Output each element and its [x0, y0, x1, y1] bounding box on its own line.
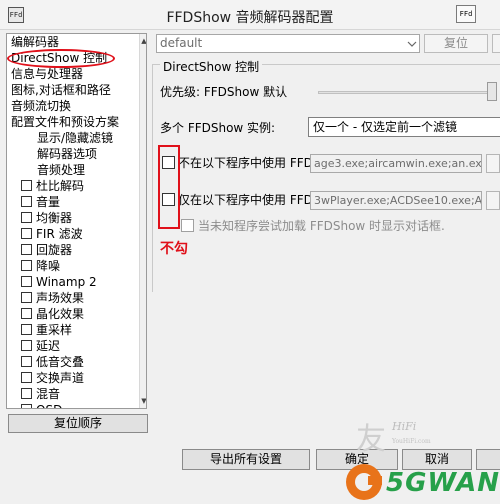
tree-item[interactable]: Winamp 2 [21, 274, 97, 290]
tree-item-label: 图标,对话框和路径 [11, 83, 111, 97]
tree-item-label: 重采样 [36, 323, 73, 337]
tree-item-checkbox[interactable] [21, 340, 32, 351]
tree-item-label: 晶化效果 [36, 307, 85, 321]
tree-item[interactable]: OSD [21, 402, 62, 408]
tree-item-label: 降噪 [36, 259, 61, 273]
reset-button[interactable]: 复位 [424, 34, 488, 53]
tree-item-label: 音频处理 [37, 163, 86, 177]
tree-item-label: 音频流切换 [11, 99, 72, 113]
tree-item-label: 回旋器 [36, 243, 73, 257]
tree-item[interactable]: 低音交叠 [21, 354, 84, 370]
tree-item-label: Winamp 2 [36, 275, 97, 289]
preset-select[interactable]: default [156, 34, 420, 53]
whitelist-label: 仅在以下程序中使用 FFD [178, 193, 313, 207]
watermark-glyph: 友 [356, 422, 386, 457]
tree-item-label: 交换声道 [36, 371, 85, 385]
tree-item-checkbox[interactable] [21, 180, 32, 191]
system-menu-button[interactable]: FFd [456, 5, 476, 23]
blacklist-edit-button[interactable] [486, 154, 500, 173]
watermark-5gwan-text: 5GWAN [386, 468, 500, 498]
unknown-prompt-label: 当未知程序尝试加载 FFDShow 时显示对话框. [198, 219, 445, 233]
whitelist-field[interactable]: 3wPlayer.exe;ACDSee10.exe;ACD [310, 191, 482, 210]
watermark-hifi-text: HiFi [392, 420, 417, 433]
youhifi-watermark: 友 HiFi YouHiFi.com [352, 412, 442, 462]
tree-item[interactable]: 音频处理 [37, 162, 85, 178]
5gwan-logo-icon [346, 464, 382, 500]
blacklist-field[interactable]: age3.exe;aircamwin.exe;an.exe;A [310, 154, 482, 173]
tree-scrollbar[interactable]: ▲ ▼ [139, 34, 146, 408]
tree-item[interactable]: 降噪 [21, 258, 60, 274]
tree-item[interactable]: 显示/隐藏滤镜 [37, 130, 113, 146]
tree-item-label: OSD [36, 403, 62, 408]
tree-item-checkbox[interactable] [21, 388, 32, 399]
tree-item[interactable]: 杜比解码 [21, 178, 84, 194]
tree-item-label: 音量 [36, 195, 61, 209]
tree-item[interactable]: 重采样 [21, 322, 72, 338]
tree-item[interactable]: 延迟 [21, 338, 60, 354]
export-settings-button[interactable]: 导出所有设置 [182, 449, 310, 470]
tree-item-checkbox[interactable] [21, 228, 32, 239]
tree-item[interactable]: 回旋器 [21, 242, 72, 258]
scroll-up-icon[interactable]: ▲ [140, 34, 146, 48]
tree-item-label: 解码器选项 [37, 147, 98, 161]
tree-item[interactable]: 编解码器 [11, 34, 59, 50]
chevron-down-icon [407, 41, 417, 47]
tree-item[interactable]: 晶化效果 [21, 306, 84, 322]
tree-item-label: 编解码器 [11, 35, 60, 49]
window-title: FFDShow 音频解码器配置 [166, 10, 334, 26]
tree-item-label: 延迟 [36, 339, 61, 353]
tree-item[interactable]: 音频流切换 [11, 98, 71, 114]
settings-tree[interactable]: 编解码器 DirectShow 控制 信息与处理器 图标,对话框和路径 音频流切换 配置文… [6, 33, 147, 409]
tree-item-checkbox[interactable] [21, 324, 32, 335]
tree-item[interactable]: FIR 滤波 [21, 226, 83, 242]
tree-item-checkbox[interactable] [21, 404, 32, 408]
instances-select[interactable]: 仅一个 - 仅选定前一个滤镜 [308, 117, 500, 137]
tree-item[interactable]: 均衡器 [21, 210, 72, 226]
group-title: DirectShow 控制 [160, 60, 263, 74]
watermark-hifi-sub: YouHiFi.com [392, 438, 431, 445]
tree-item[interactable]: 配置文件和预设方案 [11, 114, 119, 130]
priority-slider-thumb[interactable] [487, 82, 497, 101]
unknown-prompt-checkbox[interactable] [181, 219, 194, 232]
tree-item-label: 杜比解码 [36, 179, 85, 193]
tree-item[interactable]: 信息与处理器 [11, 66, 83, 82]
tree-item-label: FIR 滤波 [36, 227, 83, 241]
tree-item-checkbox[interactable] [21, 292, 32, 303]
tree-item-checkbox[interactable] [21, 196, 32, 207]
tree-item-label: 信息与处理器 [11, 67, 84, 81]
tree-item[interactable]: 混音 [21, 386, 60, 402]
highlight-ellipse [7, 49, 115, 68]
tree-item[interactable]: 交换声道 [21, 370, 84, 386]
reset-order-button[interactable]: 复位顺序 [8, 414, 148, 433]
annotation-rectangle [158, 145, 180, 229]
priority-slider[interactable] [318, 91, 496, 94]
extra-button[interactable] [492, 34, 500, 53]
tree-item-label: 均衡器 [36, 211, 73, 225]
tree-item-checkbox[interactable] [21, 372, 32, 383]
blacklist-label: 不在以下程序中使用 FFD [178, 156, 313, 170]
tree-item-checkbox[interactable] [21, 244, 32, 255]
tree-item-checkbox[interactable] [21, 276, 32, 287]
tree-item-label: 显示/隐藏滤镜 [37, 131, 114, 145]
tree-item[interactable]: 音量 [21, 194, 60, 210]
priority-label: 优先级: FFDShow 默认 [160, 85, 288, 99]
tree-item-label: 混音 [36, 387, 61, 401]
tree-item[interactable]: 解码器选项 [37, 146, 97, 162]
instances-label: 多个 FFDShow 实例: [160, 121, 276, 135]
tree-item[interactable]: 声场效果 [21, 290, 84, 306]
tree-item-label: 低音交叠 [36, 355, 85, 369]
preset-value: default [160, 36, 203, 50]
scroll-down-icon[interactable]: ▼ [140, 394, 146, 408]
tree-item-checkbox[interactable] [21, 260, 32, 271]
whitelist-edit-button[interactable] [486, 191, 500, 210]
annotation-note: 不勾 [160, 241, 188, 257]
title-bar: FFd FFDShow 音频解码器配置 FFd [0, 0, 500, 30]
tree-item-label: 配置文件和预设方案 [11, 115, 120, 129]
tree-item-checkbox[interactable] [21, 356, 32, 367]
5gwan-watermark: 5GWAN [344, 458, 500, 504]
tree-item[interactable]: 图标,对话框和路径 [11, 82, 111, 98]
tree-item-checkbox[interactable] [21, 308, 32, 319]
tree-item-checkbox[interactable] [21, 212, 32, 223]
tree-item-label: 声场效果 [36, 291, 85, 305]
